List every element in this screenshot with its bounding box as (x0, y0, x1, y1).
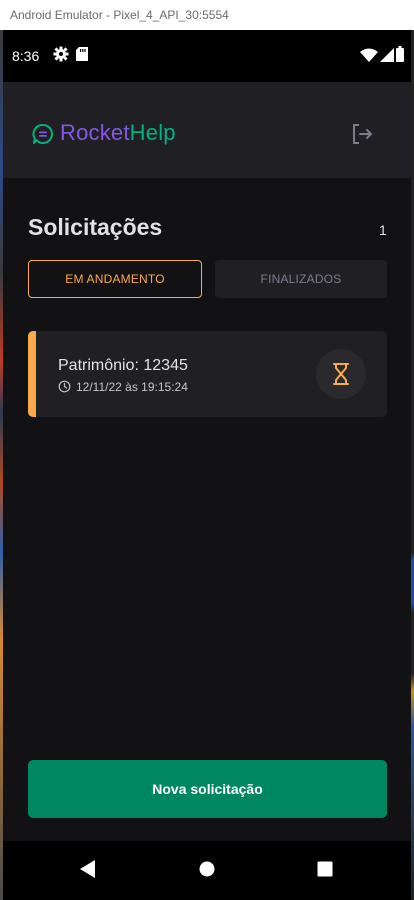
order-datetime-text: 12/11/22 às 19:15:24 (76, 380, 188, 394)
clock-icon (58, 380, 71, 396)
gear-icon (53, 46, 69, 67)
requests-count: 1 (379, 222, 387, 238)
logout-button[interactable] (350, 122, 374, 151)
status-bar: 8:36 (3, 30, 411, 82)
recents-icon[interactable] (317, 861, 333, 882)
logo-text-help: Help (129, 120, 176, 145)
filter-finished-button[interactable]: FINALIZADOS (215, 260, 387, 298)
status-indicator-bar (28, 331, 36, 417)
wifi-icon (360, 48, 378, 67)
logout-icon (353, 124, 372, 144)
order-patrimony: Patrimônio: 12345 (58, 357, 188, 374)
page-title: Solicitações (28, 214, 163, 240)
battery-icon (396, 46, 404, 67)
status-time: 8:36 (12, 48, 40, 64)
window-title-bar: Android Emulator - Pixel_4_API_30:5554 (0, 0, 414, 30)
navigation-bar (3, 841, 411, 900)
main-content: Solicitações 1 EM ANDAMENTO FINALIZADOS … (3, 178, 411, 871)
app-header: RocketHelp (3, 82, 411, 178)
app-logo: RocketHelp (60, 120, 176, 146)
order-card[interactable]: Patrimônio: 12345 12/11/22 às 19:15:24 (28, 331, 387, 417)
hourglass-icon (333, 363, 349, 385)
new-request-button[interactable]: Nova solicitação (28, 760, 387, 818)
emulator-screen: 8:36 RocketHelp Solicitações 1 EM ANDAME… (3, 30, 411, 900)
order-status-badge (316, 349, 366, 399)
window-title: Android Emulator - Pixel_4_API_30:5554 (10, 8, 229, 22)
chat-bubble-icon (32, 123, 54, 150)
filter-in-progress-button[interactable]: EM ANDAMENTO (28, 260, 202, 298)
cellular-icon (380, 48, 394, 67)
logo-text-rocket: Rocket (60, 120, 130, 145)
home-icon[interactable] (199, 861, 215, 882)
sd-card-icon (76, 47, 88, 66)
back-icon[interactable] (80, 860, 96, 883)
